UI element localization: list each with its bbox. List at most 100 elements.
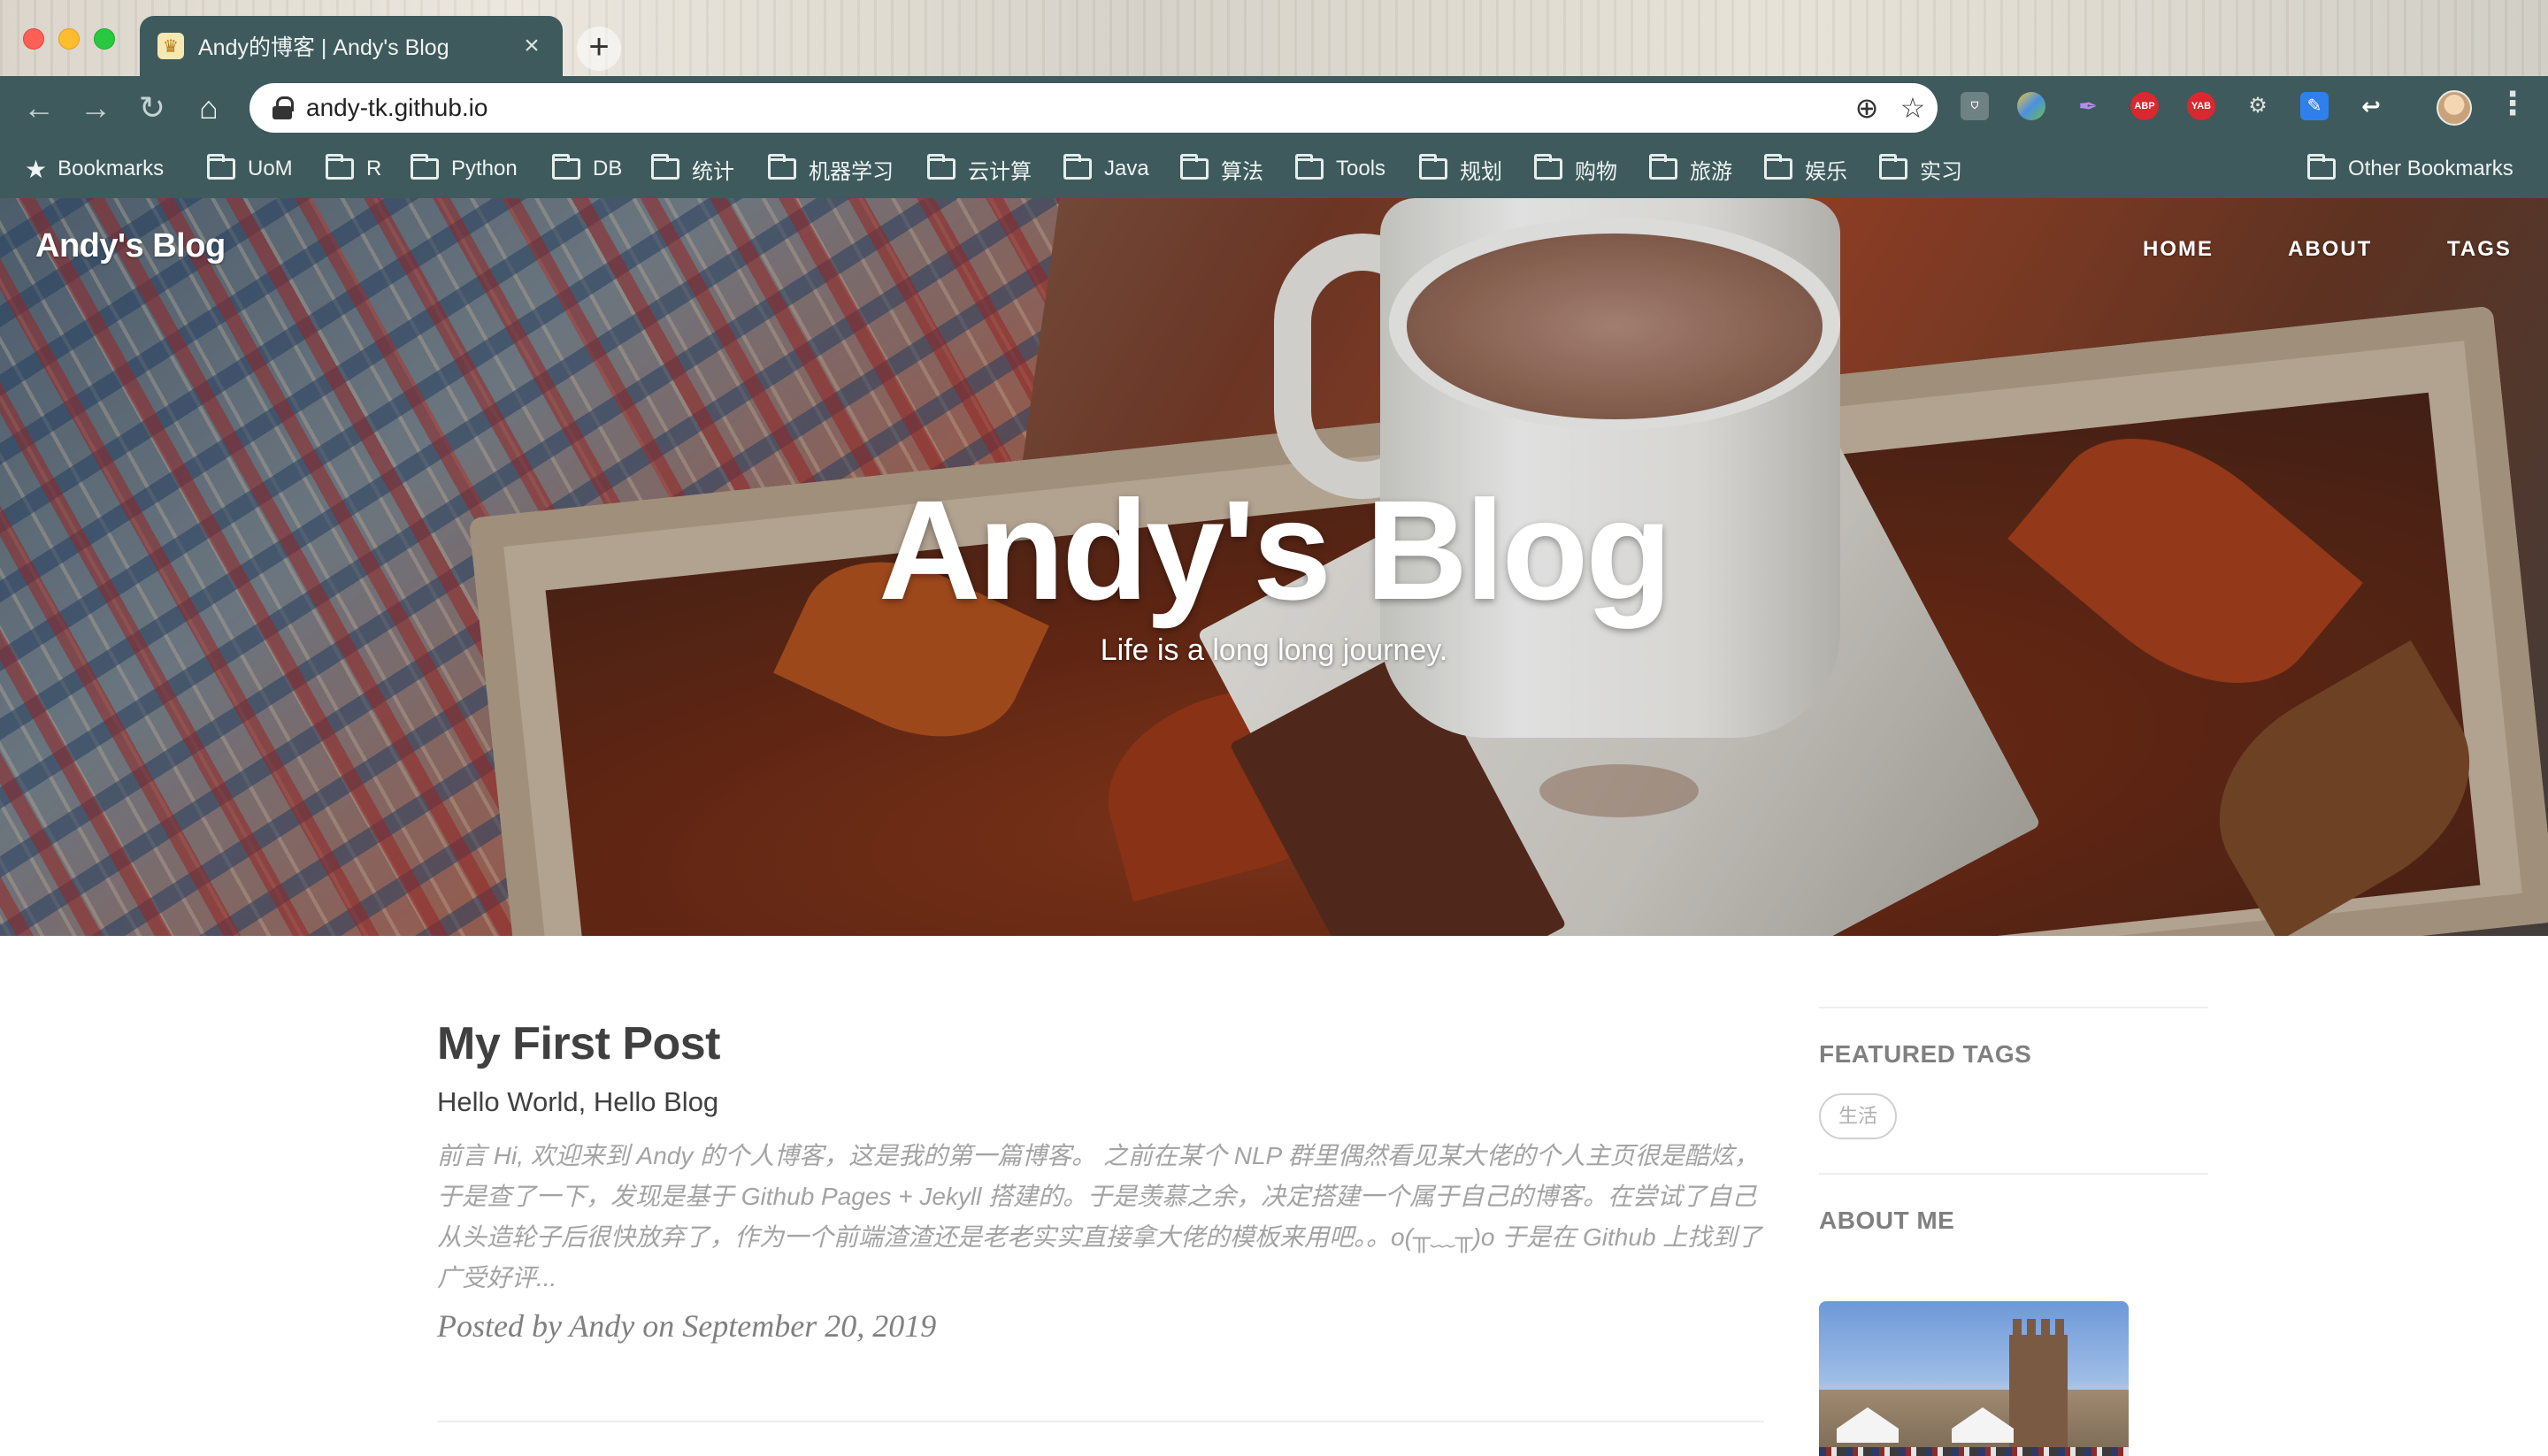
bookmark-folder-label: Python — [451, 157, 518, 180]
photo-crowd — [1819, 1447, 2129, 1456]
feather-extension-icon[interactable]: ✒ — [2074, 92, 2102, 120]
bookmark-folder-label: 旅游 — [1690, 159, 1732, 184]
bookmark-folder[interactable]: 旅游 — [1649, 149, 1732, 189]
shield-extension-icon[interactable]: ⛉ — [1961, 92, 1989, 120]
sidebar-divider — [1819, 1173, 2208, 1175]
address-bar[interactable]: andy-tk.github.io ⊕ ☆ — [249, 83, 1938, 133]
bookmark-folder-label: Tools — [1336, 157, 1386, 180]
bookmark-folder[interactable]: 娱乐 — [1764, 149, 1847, 189]
menu-kebab-icon[interactable]: ⋮ — [2497, 85, 2529, 122]
post-subtitle[interactable]: Hello World, Hello Blog — [437, 1086, 1764, 1118]
bookmark-folder-label: Java — [1104, 157, 1149, 180]
bookmark-folder-label: DB — [593, 157, 623, 180]
bookmark-folder[interactable]: 购物 — [1534, 149, 1617, 189]
other-bookmarks-label: Other Bookmarks — [2348, 157, 2513, 180]
bookmark-folder[interactable]: Python — [411, 149, 518, 189]
bookmarks-bar: ★ Bookmarks UoM R Python DB 统计 机器学习 云计算 … — [0, 140, 2548, 198]
bookmark-folder[interactable]: 机器学习 — [768, 149, 894, 189]
bookmark-folder[interactable]: 算法 — [1180, 149, 1263, 189]
site-brand-link[interactable]: Andy's Blog — [35, 227, 226, 265]
folder-icon — [1063, 154, 1092, 180]
yab-extension-icon[interactable]: YAB — [2187, 92, 2215, 120]
home-icon[interactable]: ⌂ — [189, 88, 228, 127]
folder-icon — [2307, 154, 2336, 180]
translate-extension-icon[interactable]: ⚙ — [2244, 92, 2272, 120]
sidebar: FEATURED TAGS 生活 ABOUT ME — [1819, 1007, 2208, 1456]
post-divider — [437, 1421, 1764, 1422]
folder-icon — [1180, 154, 1209, 180]
folder-icon — [326, 154, 354, 180]
maximize-window-button[interactable] — [94, 28, 115, 50]
sync-extension-icon[interactable]: ↩ — [2357, 92, 2385, 120]
bookmark-folder[interactable]: DB — [552, 149, 622, 189]
bookmark-star-icon[interactable]: ☆ — [1897, 92, 1929, 124]
bookmark-folder[interactable]: 云计算 — [927, 149, 1032, 189]
nav-tags-link[interactable]: TAGS — [2447, 237, 2512, 262]
folder-icon — [207, 154, 235, 180]
nav-home-link[interactable]: HOME — [2143, 237, 2214, 262]
folder-icon — [927, 154, 956, 180]
reload-icon[interactable]: ↻ — [133, 88, 172, 127]
back-icon[interactable]: ← — [19, 88, 58, 127]
bookmarks-button[interactable]: ★ Bookmarks — [25, 149, 164, 189]
bookmark-folder-label: 购物 — [1575, 159, 1617, 184]
bookmark-folder[interactable]: 统计 — [651, 149, 734, 189]
folder-icon — [1419, 154, 1447, 180]
post-meta: Posted by Andy on September 20, 2019 — [437, 1308, 937, 1344]
featured-tags-heading: FEATURED TAGS — [1819, 1040, 2032, 1068]
bookmark-folder-label: R — [366, 157, 382, 180]
post-title-link[interactable]: My First Post — [437, 1017, 1764, 1070]
bookmark-folder-label: 娱乐 — [1805, 159, 1847, 184]
star-icon: ★ — [25, 155, 48, 183]
post-preview[interactable]: My First Post Hello World, Hello Blog 前言… — [437, 1017, 1764, 1345]
abp-extension-icon[interactable]: ABP — [2130, 92, 2159, 120]
chrome-extension-icon[interactable] — [2017, 92, 2045, 120]
folder-icon — [1649, 154, 1677, 180]
bookmark-folder-label: 云计算 — [968, 159, 1032, 184]
hero-subtitle: Life is a long long journey. — [1100, 633, 1448, 667]
bookmark-folder-label: 机器学习 — [809, 159, 894, 184]
bookmark-folder-label: 统计 — [692, 159, 734, 184]
bookmark-folder-label: 实习 — [1920, 159, 1962, 184]
folder-icon — [1534, 154, 1562, 180]
bookmark-folder[interactable]: 规划 — [1419, 149, 1502, 189]
minimize-window-button[interactable] — [58, 28, 80, 50]
browser-chrome: ♛ Andy的博客 | Andy's Blog × + ← → ↻ ⌂ andy… — [0, 0, 2548, 198]
about-me-photo — [1819, 1301, 2129, 1456]
pen-extension-icon[interactable]: ✎ — [2300, 92, 2329, 120]
bookmark-folder[interactable]: Java — [1063, 149, 1149, 189]
forward-icon[interactable]: → — [76, 88, 115, 127]
tab-close-icon[interactable]: × — [518, 31, 545, 61]
folder-icon — [1295, 154, 1324, 180]
folder-icon — [1879, 154, 1907, 180]
browser-tab[interactable]: ♛ Andy的博客 | Andy's Blog × — [140, 16, 563, 76]
url-text[interactable]: andy-tk.github.io — [306, 94, 487, 122]
profile-avatar[interactable] — [2437, 90, 2472, 126]
favicon-icon: ♛ — [157, 33, 184, 59]
nav-about-link[interactable]: ABOUT — [2288, 237, 2372, 262]
bookmark-folder[interactable]: Tools — [1295, 149, 1385, 189]
close-window-button[interactable] — [23, 28, 44, 50]
tab-title: Andy的博客 | Andy's Blog — [198, 35, 449, 60]
bookmark-folder-label: 规划 — [1460, 159, 1502, 184]
hero-title: Andy's Blog — [879, 471, 1672, 629]
tag-pill[interactable]: 生活 — [1819, 1093, 1898, 1139]
bookmark-folder-label: UoM — [248, 157, 293, 180]
bookmark-folder[interactable]: R — [326, 149, 381, 189]
install-app-icon[interactable]: ⊕ — [1851, 92, 1883, 124]
other-bookmarks-button[interactable]: Other Bookmarks — [2307, 149, 2513, 189]
folder-icon — [768, 154, 796, 180]
sidebar-divider — [1819, 1007, 2208, 1008]
folder-icon — [651, 154, 679, 180]
new-tab-button[interactable]: + — [577, 27, 621, 71]
post-excerpt[interactable]: 前言 Hi, 欢迎来到 Andy 的个人博客，这是我的第一篇博客。 之前在某个 … — [437, 1136, 1764, 1299]
folder-icon — [411, 154, 439, 180]
bookmark-folder[interactable]: 实习 — [1879, 149, 1962, 189]
folder-icon — [1764, 154, 1792, 180]
browser-toolbar: ← → ↻ ⌂ andy-tk.github.io ⊕ ☆ — [0, 76, 2548, 140]
bookmark-folder-label: 算法 — [1221, 159, 1263, 184]
bookmark-folder[interactable]: UoM — [207, 149, 293, 189]
lock-icon — [272, 96, 294, 119]
about-me-heading: ABOUT ME — [1819, 1207, 1955, 1234]
photo-clock-tower — [2009, 1319, 2068, 1456]
